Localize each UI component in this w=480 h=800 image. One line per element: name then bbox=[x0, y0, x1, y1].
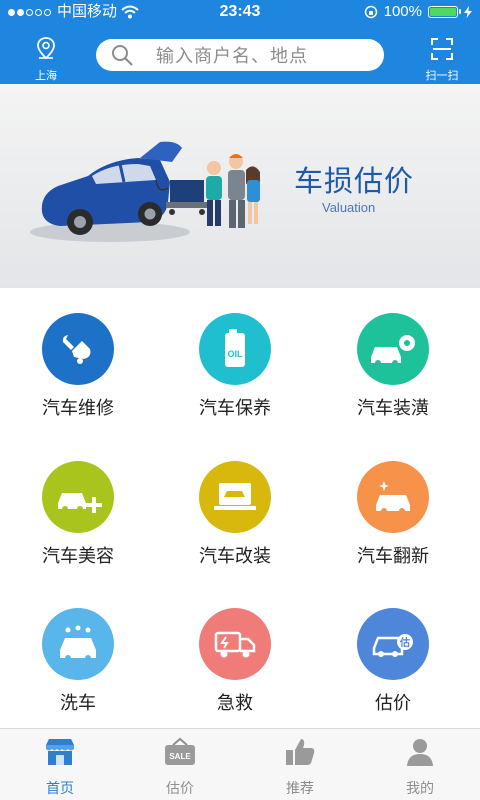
tab-valuation[interactable]: SALE 估价 bbox=[120, 729, 240, 800]
car-plus-icon bbox=[42, 461, 114, 533]
service-valuation[interactable]: 估 估价 bbox=[333, 608, 453, 715]
orientation-lock-icon bbox=[364, 5, 377, 19]
laptop-car-icon bbox=[199, 461, 271, 533]
car-valuation-icon: 估 bbox=[357, 608, 429, 680]
service-label: 汽车维修 bbox=[42, 398, 114, 418]
service-label: 估价 bbox=[375, 693, 411, 713]
user-icon bbox=[407, 739, 433, 766]
service-grid: 汽车维修 OIL 汽车保养 汽车装潢 汽车美容 汽车改装 汽车翻新 洗车 急救 … bbox=[0, 288, 480, 728]
service-car-repair[interactable]: 汽车维修 bbox=[18, 313, 138, 420]
service-label: 汽车美容 bbox=[42, 546, 114, 566]
scan-label: 扫一扫 bbox=[425, 70, 459, 82]
shop-icon bbox=[46, 739, 74, 765]
wrench-car-icon bbox=[42, 313, 114, 385]
sale-tag-text: SALE bbox=[169, 752, 191, 761]
tab-label: 首页 bbox=[46, 780, 74, 796]
sale-tag-icon: SALE bbox=[165, 737, 195, 765]
tab-recommend[interactable]: 推荐 bbox=[240, 729, 360, 800]
tab-mine[interactable]: 我的 bbox=[360, 729, 480, 800]
search-icon bbox=[112, 45, 133, 66]
service-emergency[interactable]: 急救 bbox=[175, 608, 295, 715]
battery-percent: 100% bbox=[383, 3, 422, 20]
car-wash-icon bbox=[42, 608, 114, 680]
charging-icon bbox=[464, 6, 472, 18]
service-car-wash[interactable]: 洗车 bbox=[18, 608, 138, 715]
top-bar: 中国移动 23:43 100% 上海 输入商户名、地点 扫一扫 bbox=[0, 0, 480, 84]
search-placeholder: 输入商户名、地点 bbox=[156, 46, 308, 66]
location-pin-icon bbox=[37, 37, 55, 60]
oil-can-icon: OIL bbox=[199, 313, 271, 385]
service-car-maintenance[interactable]: OIL 汽车保养 bbox=[175, 313, 295, 420]
tab-label: 我的 bbox=[406, 780, 434, 796]
service-car-renovation[interactable]: 汽车翻新 bbox=[333, 461, 453, 568]
tab-home[interactable]: 首页 bbox=[0, 729, 120, 800]
service-label: 急救 bbox=[217, 693, 253, 713]
service-label: 汽车改装 bbox=[199, 546, 271, 566]
banner-title: 车损估价 bbox=[294, 166, 415, 198]
service-label: 汽车装潢 bbox=[357, 398, 429, 418]
location-label: 上海 bbox=[35, 70, 57, 82]
service-label: 汽车保养 bbox=[199, 398, 271, 418]
scan-icon bbox=[431, 38, 453, 60]
location-button[interactable]: 上海 bbox=[22, 36, 70, 83]
tab-label: 估价 bbox=[166, 780, 194, 796]
scan-button[interactable]: 扫一扫 bbox=[418, 36, 466, 83]
svg-text:OIL: OIL bbox=[228, 349, 244, 359]
search-input[interactable]: 输入商户名、地点 bbox=[96, 39, 384, 71]
banner-subtitle: Valuation bbox=[322, 200, 376, 215]
service-car-modification[interactable]: 汽车改装 bbox=[175, 461, 295, 568]
bottom-nav: 首页 SALE 估价 推荐 我的 bbox=[0, 728, 480, 800]
service-label: 洗车 bbox=[60, 693, 96, 713]
status-bar: 中国移动 23:43 100% bbox=[0, 0, 480, 24]
service-car-decoration[interactable]: 汽车装潢 bbox=[333, 313, 453, 420]
svg-text:估: 估 bbox=[399, 636, 410, 649]
service-car-beauty[interactable]: 汽车美容 bbox=[18, 461, 138, 568]
service-label: 汽车翻新 bbox=[357, 546, 429, 566]
thumbs-up-icon bbox=[286, 739, 315, 765]
ambulance-truck-icon bbox=[199, 608, 271, 680]
promo-banner[interactable]: 车损估价 Valuation bbox=[0, 84, 480, 288]
battery-icon bbox=[428, 6, 461, 18]
car-gear-icon bbox=[357, 313, 429, 385]
car-sparkle-icon bbox=[357, 461, 429, 533]
tab-label: 推荐 bbox=[286, 780, 314, 796]
